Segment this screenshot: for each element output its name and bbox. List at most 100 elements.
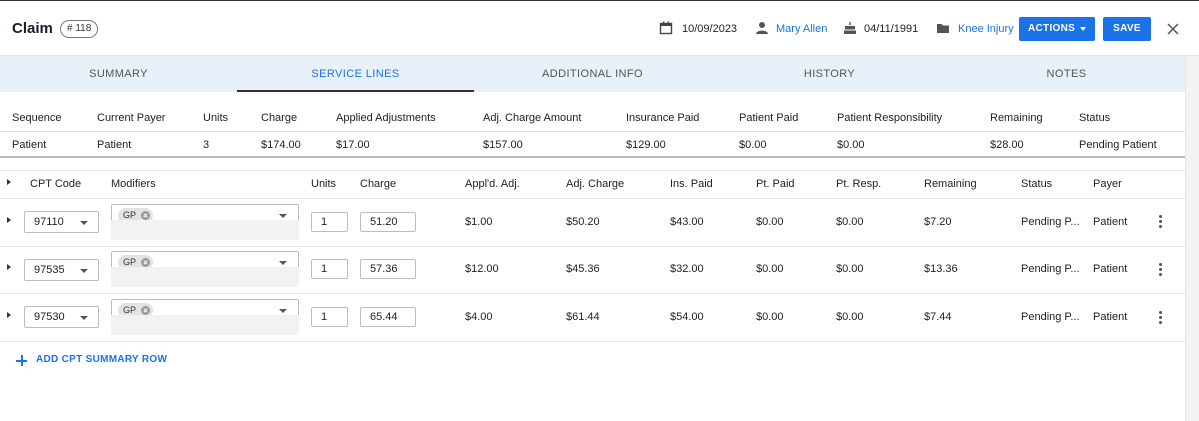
tab-summary[interactable]: SUMMARY	[0, 56, 237, 92]
modifiers-input-area	[111, 315, 299, 335]
summary-cell: $157.00	[483, 139, 523, 151]
pt-paid-cell: $0.00	[756, 311, 784, 323]
charge-input[interactable]: 51.20	[360, 212, 416, 232]
charge-input[interactable]: 57.36	[360, 259, 416, 279]
chevron-down-icon	[80, 221, 88, 225]
pt-paid-cell: $0.00	[756, 263, 784, 275]
actions-button[interactable]: ACTIONS	[1019, 17, 1095, 41]
payer-cell: Patient	[1093, 263, 1128, 275]
claim-date: 10/09/2023	[682, 23, 738, 35]
scrollbar[interactable]	[1185, 56, 1199, 421]
cpt-code-value: 97110	[34, 216, 64, 228]
summary-cell: 3	[203, 139, 210, 151]
remove-chip-icon[interactable]	[141, 258, 151, 267]
column-header: Ins. Paid	[670, 178, 713, 190]
status-cell: Pending P...	[1021, 216, 1080, 228]
tab-history[interactable]: HISTORY	[711, 56, 948, 92]
cpt-code-select[interactable]: 97535	[24, 259, 99, 281]
modifiers-input-area	[111, 267, 299, 287]
divider	[0, 246, 1185, 247]
column-header: Pt. Resp.	[836, 178, 882, 190]
remaining-cell: $7.44	[924, 311, 952, 323]
units-input[interactable]: 1	[311, 212, 348, 232]
more-options-icon[interactable]	[1158, 311, 1162, 325]
cpt-code-select[interactable]: 97110	[24, 211, 99, 233]
ins-paid-cell: $32.00	[670, 263, 704, 275]
summary-cell: $0.00	[837, 139, 865, 151]
cpt-code-select[interactable]: 97530	[24, 306, 99, 328]
more-options-icon[interactable]	[1158, 215, 1162, 229]
chevron-down-icon	[279, 309, 287, 313]
summary-cell: $28.00	[990, 139, 1024, 151]
cpt-code-value: 97530	[34, 311, 65, 323]
status-cell: Pending P...	[1021, 263, 1080, 275]
modifier-chip-label: GP	[123, 257, 137, 267]
column-header: Units	[311, 178, 337, 190]
column-header: Payer	[1093, 178, 1122, 190]
chevron-down-icon	[279, 261, 287, 265]
summary-header: Remaining	[990, 112, 1043, 124]
chevron-down-icon	[1080, 27, 1086, 31]
modifier-chip-label: GP	[123, 305, 137, 315]
expand-row-icon[interactable]	[7, 264, 11, 270]
tab-notes[interactable]: NOTES	[948, 56, 1185, 92]
cake-icon	[844, 22, 856, 34]
page-title: Claim	[12, 20, 53, 37]
adj-charge-cell: $50.20	[566, 216, 600, 228]
divider	[0, 156, 1185, 158]
summary-header: Charge	[261, 112, 298, 124]
summary-cell: $0.00	[739, 139, 767, 151]
summary-cell: Patient	[12, 139, 47, 151]
person-icon	[756, 22, 768, 34]
summary-header: Insurance Paid	[626, 112, 700, 124]
ins-paid-cell: $43.00	[670, 216, 704, 228]
folder-icon	[937, 24, 949, 33]
units-input[interactable]: 1	[311, 307, 348, 327]
divider	[0, 170, 1185, 171]
summary-header: Patient Responsibility	[837, 112, 943, 124]
summary-header: Patient Paid	[739, 112, 799, 124]
summary-cell: Pending Patient	[1079, 139, 1157, 151]
add-row-label: ADD CPT SUMMARY ROW	[36, 354, 168, 365]
divider	[0, 131, 1185, 132]
pt-resp-cell: $0.00	[836, 263, 864, 275]
close-icon[interactable]	[1166, 22, 1180, 36]
charge-input[interactable]: 65.44	[360, 307, 416, 327]
column-header: Remaining	[924, 178, 977, 190]
adj-charge-cell: $61.44	[566, 311, 600, 323]
cpt-code-value: 97535	[34, 264, 65, 276]
divider	[0, 341, 1185, 342]
plus-icon	[16, 355, 27, 366]
summary-cell: $17.00	[336, 139, 370, 151]
column-header: Appl'd. Adj.	[465, 178, 520, 190]
summary-cell: $129.00	[626, 139, 666, 151]
column-header: Pt. Paid	[756, 178, 795, 190]
remove-chip-icon[interactable]	[141, 211, 151, 220]
column-header: Status	[1021, 178, 1053, 190]
expand-row-icon[interactable]	[7, 312, 11, 318]
chevron-down-icon	[279, 214, 287, 218]
ins-paid-cell: $54.00	[670, 311, 704, 323]
tab-service-lines[interactable]: SERVICE LINES	[237, 56, 474, 92]
claim-header: Claim # 118 10/09/2023 Mary Allen 04/11/…	[0, 0, 1199, 56]
actions-label: ACTIONS	[1028, 23, 1076, 34]
chevron-down-icon	[80, 316, 88, 320]
summary-cell: $174.00	[261, 139, 301, 151]
summary-header: Sequence	[12, 112, 62, 124]
divider	[0, 293, 1185, 294]
applied-adj-cell: $1.00	[465, 216, 493, 228]
expand-all-icon[interactable]	[7, 179, 11, 185]
save-button[interactable]: SAVE	[1103, 17, 1151, 41]
column-header: Charge	[360, 178, 397, 190]
patient-link[interactable]: Mary Allen	[776, 23, 827, 35]
units-input[interactable]: 1	[311, 259, 348, 279]
payer-cell: Patient	[1093, 311, 1128, 323]
modifier-chip-label: GP	[123, 210, 137, 220]
tab-additional-info[interactable]: ADDITIONAL INFO	[474, 56, 711, 92]
expand-row-icon[interactable]	[7, 217, 11, 223]
modifiers-input-area	[111, 220, 299, 240]
case-link[interactable]: Knee Injury	[958, 23, 1014, 35]
remove-chip-icon[interactable]	[141, 306, 151, 315]
adj-charge-cell: $45.36	[566, 263, 600, 275]
more-options-icon[interactable]	[1158, 263, 1162, 277]
